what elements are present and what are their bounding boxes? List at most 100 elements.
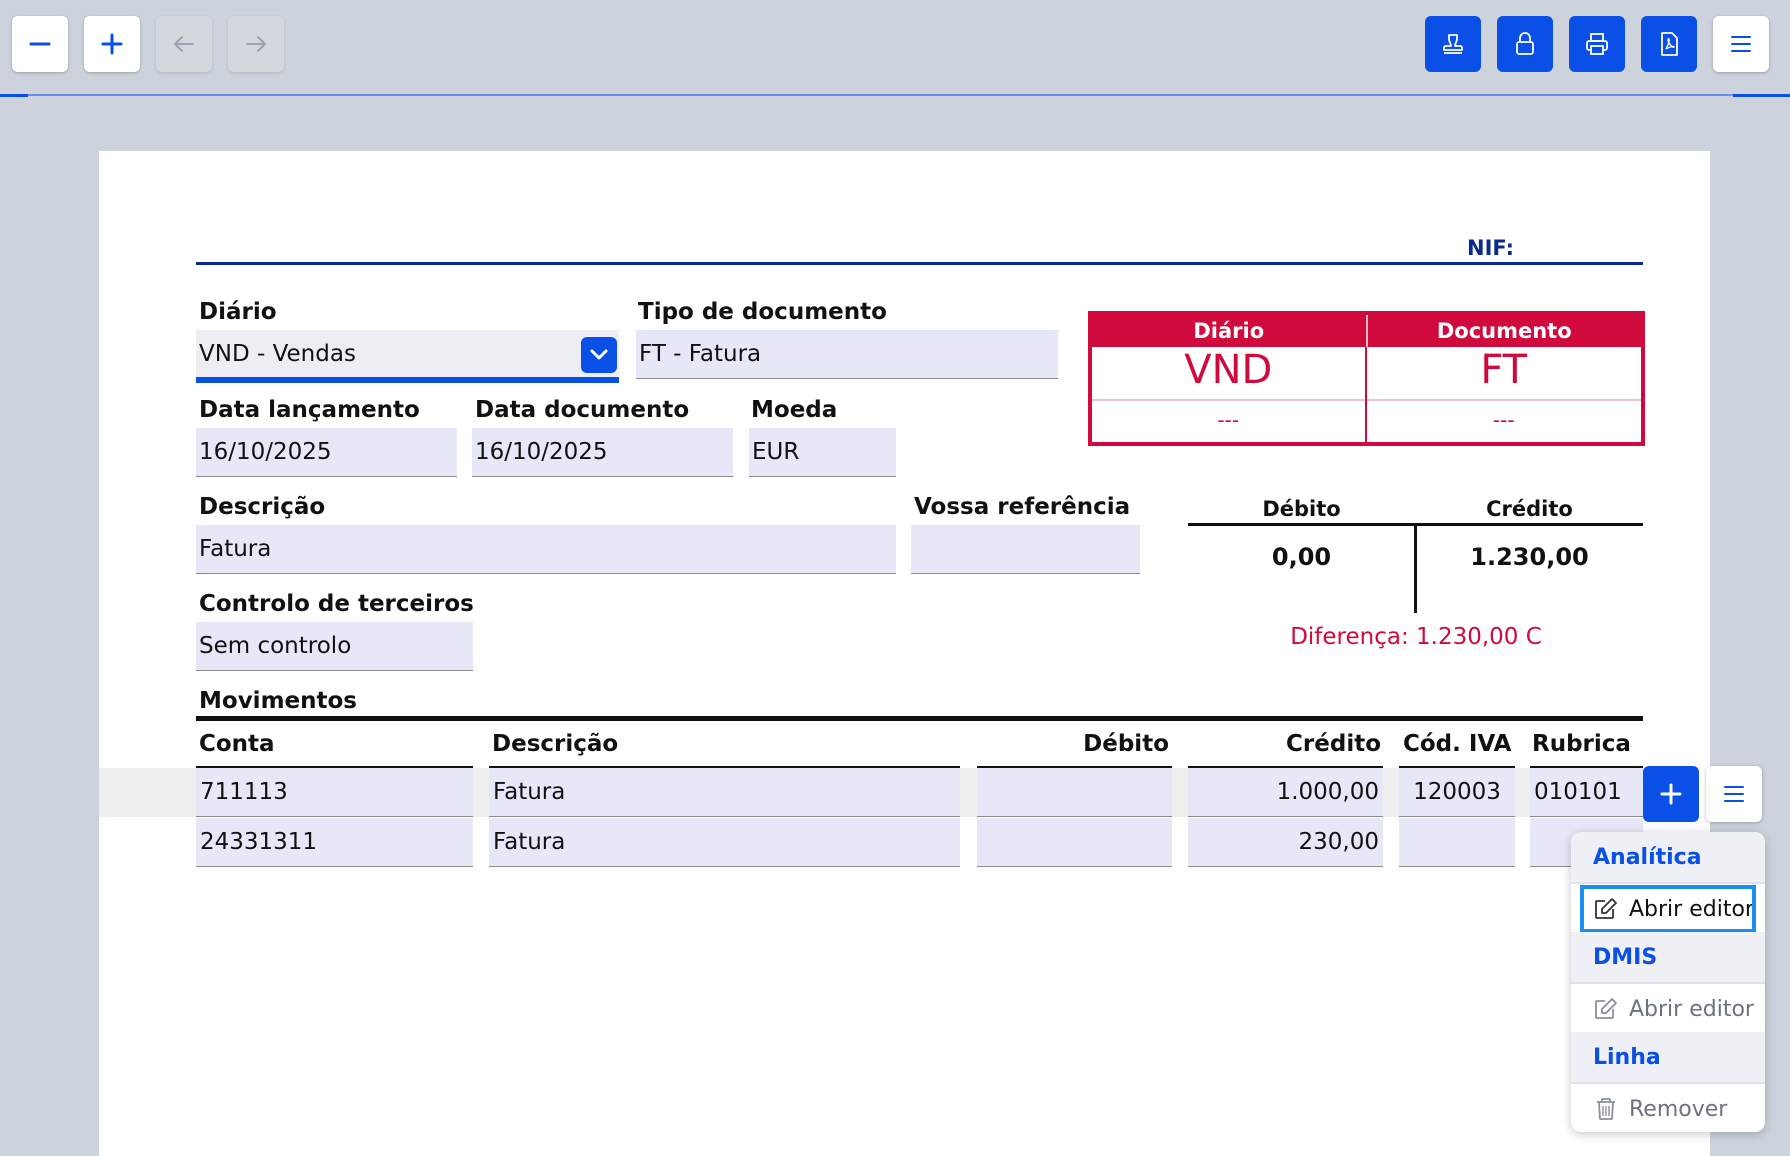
summary-diario-code: VND [1184, 347, 1273, 393]
menu-item-dmis-open-editor[interactable]: Abrir editor [1571, 984, 1765, 1034]
column-header-cod-iva: Cód. IVA [1403, 731, 1512, 757]
chevron-down-icon[interactable] [581, 337, 617, 373]
diario-label: Diário [199, 299, 277, 325]
arrow-right-icon [246, 36, 266, 52]
totals-debit-label: Débito [1262, 497, 1341, 521]
vossa-referencia-field[interactable] [911, 525, 1140, 574]
menu-item-analitica-open-editor[interactable]: Abrir editor [1579, 884, 1757, 934]
menu-section-dmis: DMIS [1571, 932, 1765, 982]
row1-credito-value: 1.000,00 [1276, 779, 1379, 805]
vossa-referencia-label: Vossa referência [914, 494, 1131, 520]
data-lancamento-label: Data lançamento [199, 397, 420, 423]
menu-section-analitica: Analítica [1571, 832, 1765, 882]
row2-descricao-field[interactable]: Fatura [489, 818, 960, 867]
row1-debito-field[interactable] [977, 768, 1172, 817]
movimentos-title: Movimentos [199, 688, 357, 714]
toolbar [0, 0, 1790, 94]
trash-icon [1597, 1098, 1615, 1120]
data-documento-label: Data documento [475, 397, 690, 423]
row1-credito-field[interactable]: 1.000,00 [1188, 768, 1383, 817]
toolbar-divider-right [1733, 94, 1790, 97]
summary-diario-number: --- [1217, 408, 1240, 432]
main-menu-button[interactable] [1713, 16, 1769, 72]
moeda-label: Moeda [751, 397, 838, 423]
data-lancamento-value: 16/10/2025 [199, 439, 332, 465]
data-documento-value: 16/10/2025 [475, 439, 608, 465]
row2-cod-iva-field[interactable] [1399, 818, 1515, 867]
diario-select[interactable]: VND - Vendas [196, 330, 619, 383]
add-row-button[interactable] [1643, 766, 1699, 822]
back-button[interactable] [156, 16, 212, 72]
row1-cod-iva-field[interactable]: 120003 [1399, 768, 1515, 817]
lock-button[interactable] [1497, 16, 1553, 72]
row2-credito-value: 230,00 [1298, 829, 1379, 855]
row-menu-button[interactable] [1706, 766, 1762, 822]
controlo-terceiros-field[interactable]: Sem controlo [196, 622, 473, 671]
totals-credit-value: 1.230,00 [1470, 543, 1589, 571]
forward-button[interactable] [228, 16, 284, 72]
plus-icon [101, 33, 123, 55]
totals-difference: Diferença: 1.230,00 C [1290, 624, 1542, 650]
moeda-value: EUR [752, 439, 800, 465]
summary-divider [1092, 399, 1365, 401]
summary-col2: FT --- [1366, 347, 1641, 446]
controlo-terceiros-label: Controlo de terceiros [199, 591, 474, 617]
data-lancamento-field[interactable]: 16/10/2025 [196, 428, 457, 477]
menu-item-label: Abrir editor [1629, 896, 1754, 922]
column-header-credito: Crédito [1286, 731, 1381, 757]
summary-documento-number: --- [1492, 408, 1515, 432]
zoom-in-button[interactable] [84, 16, 140, 72]
edit-icon [1595, 998, 1617, 1019]
row2-descricao-value: Fatura [493, 829, 566, 855]
menu-section-linha: Linha [1571, 1032, 1765, 1082]
row-context-menu: Analítica Abrir editor DMIS Abrir editor… [1571, 832, 1765, 1132]
zoom-out-button[interactable] [12, 16, 68, 72]
menu-item-remove-line[interactable]: Remover [1571, 1084, 1765, 1132]
nif-label: NIF: [1467, 236, 1514, 260]
summary-box: Diário Documento VND --- FT --- [1088, 311, 1645, 446]
header-rule [196, 262, 1643, 265]
column-header-rubrica: Rubrica [1532, 731, 1631, 757]
print-button[interactable] [1569, 16, 1625, 72]
pdf-file-icon [1661, 32, 1678, 56]
minus-icon [29, 42, 51, 46]
stamp-icon [1443, 34, 1463, 54]
row2-credito-field[interactable]: 230,00 [1188, 818, 1383, 867]
summary-divider [1366, 399, 1641, 401]
column-header-conta: Conta [199, 731, 275, 757]
row1-cod-iva-value: 120003 [1413, 779, 1501, 805]
row1-conta-value: 711113 [200, 779, 288, 805]
stamp-button[interactable] [1425, 16, 1481, 72]
descricao-value: Fatura [199, 536, 272, 562]
row2-conta-field[interactable]: 24331311 [196, 818, 473, 867]
data-documento-field[interactable]: 16/10/2025 [472, 428, 733, 477]
movimentos-rule [196, 716, 1643, 721]
moeda-field[interactable]: EUR [749, 428, 896, 477]
summary-col1: VND --- [1092, 347, 1367, 446]
printer-icon [1586, 33, 1608, 55]
row1-conta-field[interactable]: 711113 [196, 768, 473, 817]
pdf-button[interactable] [1641, 16, 1697, 72]
row2-debito-field[interactable] [977, 818, 1172, 867]
row2-conta-value: 24331311 [200, 829, 318, 855]
row1-rubrica-value: 010101 [1534, 779, 1622, 805]
tipo-documento-value: FT - Fatura [639, 341, 762, 367]
column-header-debito: Débito [1083, 731, 1169, 757]
summary-col2-title: Documento [1436, 319, 1572, 343]
tipo-documento-field[interactable]: FT - Fatura [636, 330, 1058, 379]
summary-box-header: Diário Documento [1092, 315, 1641, 347]
menu-item-label: Abrir editor [1629, 996, 1754, 1022]
row1-descricao-field[interactable]: Fatura [489, 768, 960, 817]
hamburger-icon [1724, 786, 1744, 802]
summary-documento-code: FT [1480, 347, 1528, 393]
summary-col1-title: Diário [1092, 315, 1368, 347]
totals-credit-label: Crédito [1486, 497, 1573, 521]
tipo-documento-label: Tipo de documento [638, 299, 887, 325]
column-header-descricao: Descrição [492, 731, 619, 757]
row1-rubrica-field[interactable]: 010101 [1530, 768, 1643, 817]
edit-icon [1595, 898, 1617, 919]
toolbar-divider-left [0, 94, 28, 97]
select-focus-underline [196, 377, 619, 383]
descricao-field[interactable]: Fatura [196, 525, 896, 574]
menu-item-label: Remover [1629, 1096, 1728, 1122]
